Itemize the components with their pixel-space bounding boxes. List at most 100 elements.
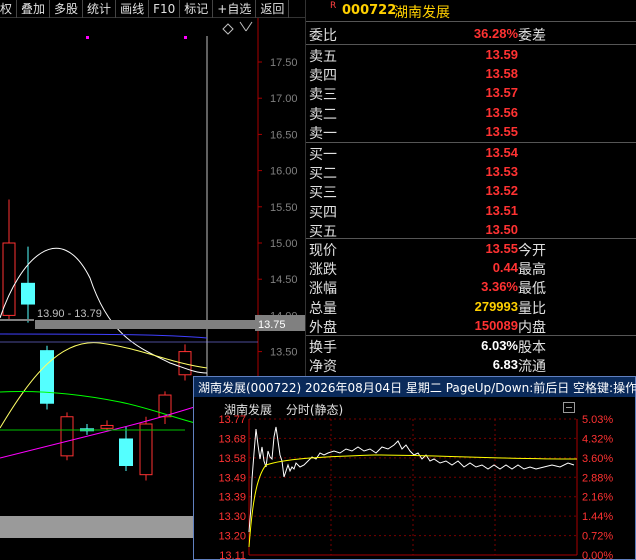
ask-row-label: 卖三 bbox=[309, 87, 337, 104]
toolbar-button-1[interactable]: 叠加 bbox=[17, 0, 51, 18]
ask-row: 卖一 13.55 bbox=[306, 122, 636, 142]
extra-row: 换手 6.03% 股本 bbox=[306, 336, 636, 356]
stat-row-label2: 今开 bbox=[518, 243, 546, 259]
ask-row-label: 卖一 bbox=[309, 125, 337, 142]
minimize-button[interactable] bbox=[563, 402, 575, 413]
intraday-pct-label: 3.60% bbox=[582, 453, 613, 465]
candlestick bbox=[80, 424, 94, 435]
signal-marker bbox=[184, 36, 187, 39]
intraday-pct-label: 5.03% bbox=[582, 414, 613, 426]
bid-row: 买二 13.53 bbox=[306, 162, 636, 183]
price-axis-label: 13.50 bbox=[270, 347, 298, 359]
popup-title[interactable]: 湖南发展(000722) 2026年08月04日 星期二 PageUp/Down… bbox=[194, 377, 636, 397]
extra-row: 净资 6.83 流通 bbox=[306, 355, 636, 376]
stat-row-value: 13.55 bbox=[485, 241, 518, 256]
ask-row-value: 13.57 bbox=[485, 85, 518, 101]
candlestick bbox=[158, 391, 172, 424]
bid-row: 买一 13.54 bbox=[306, 143, 636, 163]
ask-row: 卖四 13.58 bbox=[306, 64, 636, 85]
intraday-chart[interactable]: 13.77 5.03%13.68 4.32%13.58 3.60%13.49 2.88%… bbox=[194, 397, 635, 559]
weibi-row-label: 委比 bbox=[309, 28, 337, 44]
stock-code: 000722 bbox=[342, 3, 397, 18]
ask-row-value: 13.58 bbox=[485, 66, 518, 82]
ask-row-label: 卖二 bbox=[309, 106, 337, 123]
toolbar: 权叠加 多股 统计 画线 F10 标记 +自选 返回 bbox=[0, 0, 305, 18]
stock-title-bar: R 000722 湖南发展 bbox=[306, 0, 636, 22]
bid-row-value: 13.53 bbox=[485, 164, 518, 180]
toolbar-button-8[interactable]: 返回 bbox=[256, 0, 290, 18]
ask-row-value: 13.56 bbox=[485, 104, 518, 120]
ask-row-label: 卖四 bbox=[309, 68, 337, 85]
price-axis-label: 15.00 bbox=[270, 238, 298, 250]
ask-row-value: 13.55 bbox=[485, 123, 518, 139]
stat-row-label2: 量比 bbox=[518, 300, 546, 317]
intraday-pct-label: 1.44% bbox=[582, 511, 613, 523]
toolbar-button-2[interactable]: 多股 bbox=[50, 0, 84, 18]
stat-row-value: 150089 bbox=[474, 317, 518, 333]
stat-row: 外盘 150089 内盘 bbox=[306, 316, 636, 336]
ask-row: 卖五 13.59 bbox=[306, 45, 636, 65]
bid-row-label: 买三 bbox=[309, 185, 337, 202]
bid-row-value: 13.54 bbox=[485, 145, 518, 160]
extra-row-label: 净资 bbox=[309, 359, 337, 376]
toolbar-button-4[interactable]: 画线 bbox=[116, 0, 150, 18]
bid-row-value: 13.52 bbox=[485, 183, 518, 199]
stat-row-label2: 最低 bbox=[518, 281, 546, 298]
candlestick bbox=[21, 246, 35, 323]
toolbar-button-6[interactable]: 标记 bbox=[180, 0, 214, 18]
intraday-price-label: 13.30 bbox=[218, 511, 246, 523]
current-price-label: 13.75 bbox=[258, 319, 286, 331]
candlestick bbox=[60, 412, 74, 461]
r-mark: R bbox=[330, 1, 337, 11]
toolbar-button-0[interactable]: 权 bbox=[0, 0, 18, 18]
weibi-row: 委比 36.28% 委差 bbox=[306, 24, 636, 44]
intraday-pct-label: 2.16% bbox=[582, 492, 613, 504]
bid-row-label: 买二 bbox=[309, 166, 337, 183]
intraday-pct-label: 0.72% bbox=[582, 531, 613, 543]
price-axis-label: 17.50 bbox=[270, 57, 298, 69]
stock-name: 湖南发展 bbox=[394, 5, 450, 21]
intraday-pct-label: 4.32% bbox=[582, 433, 613, 445]
extra-row-label: 换手 bbox=[309, 340, 337, 356]
extra-row-value: 6.03% bbox=[481, 338, 518, 353]
stat-row-label: 涨幅 bbox=[309, 281, 337, 298]
price-axis-label: 14.50 bbox=[270, 274, 298, 286]
intraday-price-label: 13.58 bbox=[218, 453, 246, 465]
price-axis-label: 16.50 bbox=[270, 129, 298, 141]
stat-row-label: 涨跌 bbox=[309, 262, 337, 279]
bid-row: 买五 13.50 bbox=[306, 220, 636, 240]
bid-row: 买四 13.51 bbox=[306, 201, 636, 221]
bid-row-value: 13.51 bbox=[485, 202, 518, 218]
toolbar-button-5[interactable]: F10 bbox=[149, 0, 181, 18]
intraday-stock-name: 湖南发展 bbox=[224, 403, 273, 417]
bid-row-value: 13.50 bbox=[485, 221, 518, 237]
intraday-price-label: 13.20 bbox=[218, 531, 246, 543]
stat-row-value: 3.36% bbox=[481, 279, 518, 295]
candlestick bbox=[40, 345, 54, 410]
ask-row-label: 卖五 bbox=[309, 49, 337, 65]
intraday-price-label: 13.49 bbox=[218, 472, 246, 484]
bid-row: 买三 13.52 bbox=[306, 181, 636, 202]
stat-row-label2: 最高 bbox=[518, 262, 546, 279]
price-axis-label: 16.00 bbox=[270, 166, 298, 178]
diamond-icon bbox=[222, 23, 234, 35]
price-axis-label: 15.50 bbox=[270, 202, 298, 214]
bid-row-label: 买四 bbox=[309, 204, 337, 221]
toolbar-button-3[interactable]: 统计 bbox=[83, 0, 117, 18]
extra-row-label2: 股本 bbox=[518, 340, 546, 356]
stat-row-label: 外盘 bbox=[309, 319, 337, 336]
price-axis-label: 17.00 bbox=[270, 93, 298, 105]
intraday-price-label: 13.39 bbox=[218, 492, 246, 504]
bid-row-label: 买一 bbox=[309, 147, 337, 163]
toolbar-button-7[interactable]: +自选 bbox=[213, 0, 257, 18]
extra-row-value: 6.83 bbox=[492, 357, 518, 373]
intraday-pct-label: 0.00% bbox=[582, 550, 613, 559]
stat-row-value: 0.44 bbox=[492, 260, 518, 276]
candlestick bbox=[2, 199, 16, 320]
signal-marker bbox=[86, 36, 89, 39]
intraday-pct-label: 2.88% bbox=[582, 472, 613, 484]
intraday-price-label: 13.11 bbox=[219, 550, 246, 559]
candlestick bbox=[100, 420, 114, 430]
intraday-popup[interactable]: 湖南发展(000722) 2026年08月04日 星期二 PageUp/Down… bbox=[193, 376, 636, 560]
quote-panel: R 000722 湖南发展 委比 36.28% 委差 卖五 13.59 卖四 13.58 卖三… bbox=[305, 0, 636, 376]
